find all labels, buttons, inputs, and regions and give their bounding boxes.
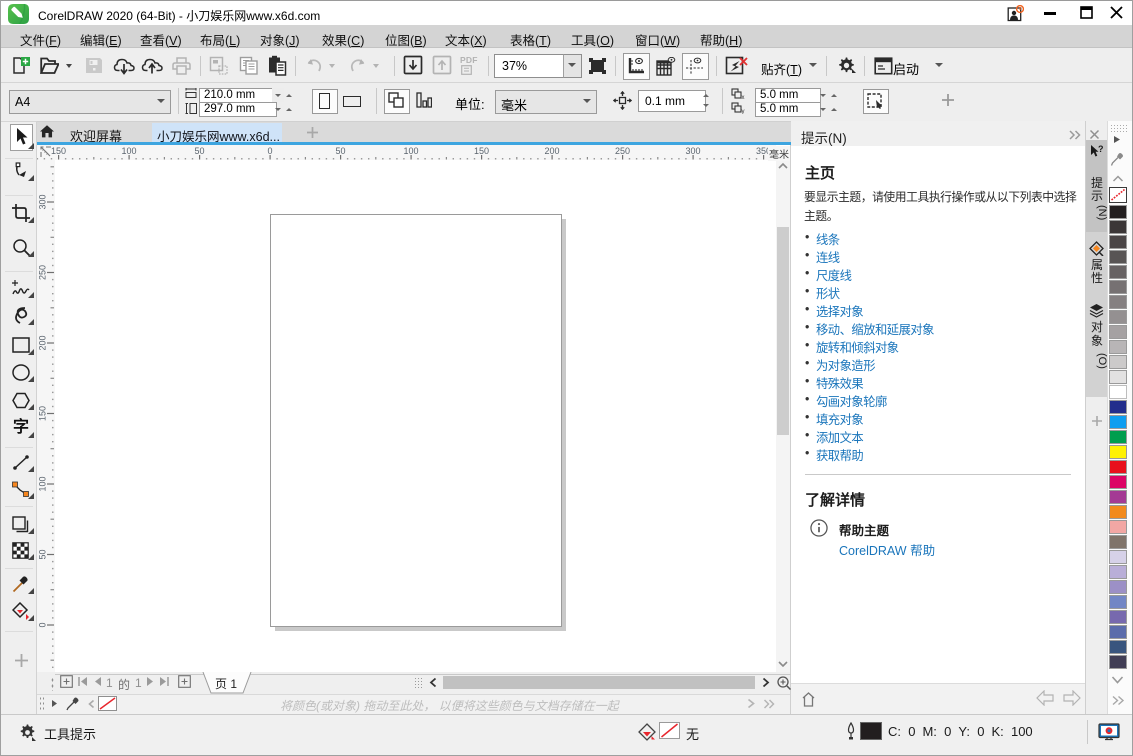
svg-text:100: 100 bbox=[403, 146, 418, 156]
svg-text:50: 50 bbox=[335, 146, 345, 156]
svg-text:250: 250 bbox=[38, 265, 48, 280]
svg-text:x: x bbox=[742, 95, 745, 100]
svg-text:200: 200 bbox=[38, 335, 48, 350]
svg-text:150: 150 bbox=[51, 146, 66, 156]
svg-text:300: 300 bbox=[685, 146, 700, 156]
svg-text:150: 150 bbox=[474, 146, 489, 156]
svg-text:100: 100 bbox=[38, 476, 48, 491]
svg-text:50: 50 bbox=[38, 549, 48, 559]
svg-text:200: 200 bbox=[544, 146, 559, 156]
svg-text:250: 250 bbox=[615, 146, 630, 156]
svg-text:0: 0 bbox=[267, 146, 272, 156]
svg-text:y: y bbox=[742, 109, 745, 114]
svg-text:300: 300 bbox=[38, 194, 48, 209]
svg-text:150: 150 bbox=[38, 406, 48, 421]
svg-text:?: ? bbox=[1098, 144, 1104, 154]
svg-text:100: 100 bbox=[121, 146, 136, 156]
svg-text:50: 50 bbox=[194, 146, 204, 156]
svg-text:0: 0 bbox=[38, 622, 48, 627]
